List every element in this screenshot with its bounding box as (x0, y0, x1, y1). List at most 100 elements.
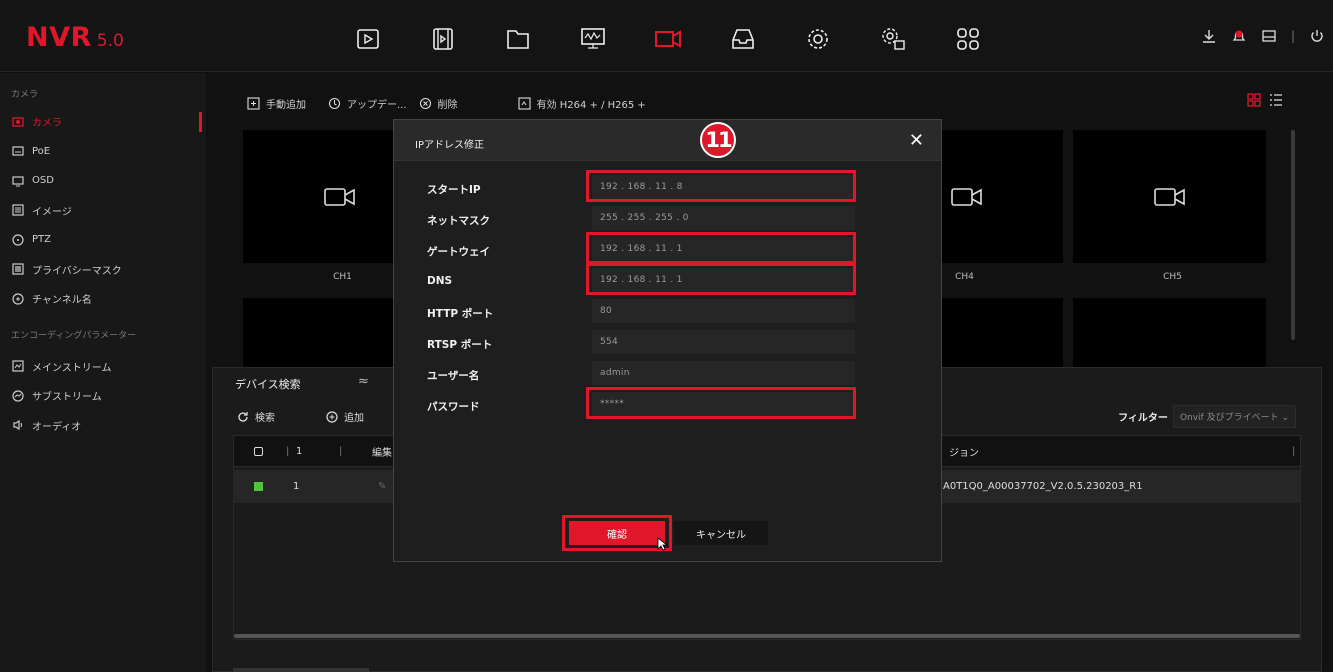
view-mode-switch (1247, 93, 1283, 107)
folder-icon[interactable] (480, 18, 555, 60)
h264-toggle-button[interactable]: 有効 H264 + / H265 + (517, 96, 646, 111)
sidebar-item-channel-name[interactable]: チャンネル名 (0, 284, 206, 314)
advanced-settings-icon[interactable] (855, 18, 930, 60)
highlight-dns (586, 263, 856, 295)
sidebar-item-poe[interactable]: PoE (0, 137, 206, 167)
camera-placeholder-icon (950, 187, 982, 206)
highlight-gateway (586, 232, 856, 264)
sidebar-item-label: イメージ (32, 206, 72, 218)
netmask-input[interactable]: 255 . 255 . 255 . 0 (592, 206, 855, 230)
camera-tile-row2-5[interactable] (1073, 298, 1266, 368)
audio-icon (11, 419, 24, 432)
sidebar-item-mainstream[interactable]: メインストリーム (0, 352, 206, 382)
update-button[interactable]: アップデー... (328, 96, 407, 111)
search-button[interactable]: 検索 (237, 409, 275, 424)
row-version: A0T1Q0_A00037702_V2.0.5.230203_R1 (943, 481, 1143, 492)
sidebar-item-label: プライバシーマスク (32, 265, 122, 277)
ip-address-modal: IPアドレス修正 ✕ 11 スタートIP 192 . 168 . 11 . 8 … (393, 119, 942, 562)
add-button[interactable]: 追加 (326, 409, 364, 424)
delete-button[interactable]: 削除 (419, 96, 458, 111)
close-icon[interactable]: ✕ (909, 130, 924, 151)
playback-icon[interactable] (330, 18, 405, 60)
download-icon[interactable] (1201, 28, 1217, 44)
poe-icon (11, 145, 24, 158)
top-bar: NVR 5.0 | (0, 0, 1333, 72)
confirm-button[interactable]: 確認 (569, 521, 665, 545)
sidebar-item-image[interactable]: イメージ (0, 196, 206, 226)
http-port-input[interactable]: 80 (592, 299, 855, 323)
rtsp-port-input[interactable]: 554 (592, 330, 855, 354)
filter-label: フィルター (1118, 413, 1168, 424)
filter-value: Onvif 及びプライベート (1179, 413, 1279, 423)
step-badge: 11 (700, 122, 736, 158)
manual-add-label: 手動追加 (266, 100, 306, 111)
field-label: ユーザー名 (427, 370, 480, 382)
sidebar-item-label: カメラ (32, 118, 62, 130)
camera-toolbar: 手動追加 アップデー... 削除 有効 H264 + / H265 + (247, 96, 668, 111)
manual-add-button[interactable]: 手動追加 (247, 96, 306, 111)
sidebar-item-ptz[interactable]: PTZ (0, 225, 206, 255)
camera-tile-ch5[interactable] (1073, 130, 1266, 263)
filter: フィルター Onvif 及びプライベート ⌄ (1118, 405, 1296, 428)
field-label: ネットマスク (427, 215, 490, 227)
select-all-checkbox[interactable] (254, 436, 263, 466)
ptz-icon (11, 233, 24, 246)
highlight-start-ip (586, 170, 856, 202)
list-view-icon[interactable] (1269, 93, 1283, 107)
image-icon (11, 204, 24, 217)
edit-icon[interactable]: ✎ (378, 470, 386, 503)
sidebar-item-privacy-mask[interactable]: プライバシーマスク (0, 255, 206, 285)
mouse-cursor-icon (657, 537, 667, 551)
field-netmask: ネットマスク 255 . 255 . 255 . 0 (394, 206, 941, 232)
settings-icon[interactable] (780, 18, 855, 60)
apps-icon[interactable] (930, 18, 1005, 60)
field-label: パスワード (427, 401, 480, 413)
sidebar-section-camera: カメラ (11, 90, 39, 100)
privacy-mask-icon (11, 263, 24, 276)
cancel-button[interactable]: キャンセル (674, 521, 768, 545)
filter-select[interactable]: Onvif 及びプライベート ⌄ (1172, 405, 1296, 428)
video-clip-icon[interactable] (405, 18, 480, 60)
disk-icon[interactable] (1261, 28, 1277, 44)
field-label: HTTP ポート (427, 308, 494, 320)
logo-version: 5.0 (96, 31, 124, 51)
sidebar: カメラ カメラ PoE OSD イメージ PTZ プライバシーマスク チャンネル… (0, 73, 206, 672)
sidebar-item-label: オーディオ (32, 421, 82, 433)
channel-name-icon (11, 292, 24, 305)
field-label: RTSP ポート (427, 339, 493, 351)
field-label: ゲートウェイ (427, 246, 490, 258)
tile-scrollbar[interactable] (1291, 130, 1295, 340)
sidebar-item-substream[interactable]: サブストリーム (0, 381, 206, 411)
sidebar-item-label: メインストリーム (32, 362, 112, 374)
search-label: 検索 (255, 413, 275, 424)
mainstream-icon (11, 360, 24, 373)
sidebar-item-label: OSD (32, 175, 54, 187)
field-http-port: HTTP ポート 80 (394, 299, 941, 325)
update-label: アップデー... (347, 100, 407, 111)
sidebar-item-osd[interactable]: OSD (0, 166, 206, 196)
divider: | (339, 445, 343, 457)
highlight-password (586, 387, 856, 419)
divider: | (286, 445, 290, 457)
sidebar-item-camera[interactable]: カメラ (0, 107, 206, 137)
sidebar-item-label: PoE (32, 145, 51, 157)
power-icon[interactable] (1309, 28, 1325, 44)
column-edit: 編集 (372, 447, 392, 459)
table-horizontal-scrollbar[interactable] (234, 634, 1300, 638)
monitor-icon[interactable] (555, 18, 630, 60)
logo-text: NVR (26, 22, 92, 53)
bottom-tab[interactable] (233, 668, 369, 672)
camera-icon[interactable] (630, 18, 705, 60)
add-icon (326, 410, 338, 423)
collapse-icon[interactable]: ≈ (358, 374, 369, 389)
sidebar-item-audio[interactable]: オーディオ (0, 411, 206, 441)
alarm-icon[interactable] (1231, 28, 1247, 44)
manual-add-icon (247, 97, 260, 110)
username-input[interactable]: admin (592, 361, 855, 385)
camera-placeholder-icon (323, 187, 355, 206)
grid-view-icon[interactable] (1247, 93, 1261, 107)
row-index: 1 (293, 481, 300, 492)
delete-label: 削除 (437, 100, 458, 111)
storage-icon[interactable] (705, 18, 780, 60)
modal-header: IPアドレス修正 ✕ (394, 120, 941, 161)
